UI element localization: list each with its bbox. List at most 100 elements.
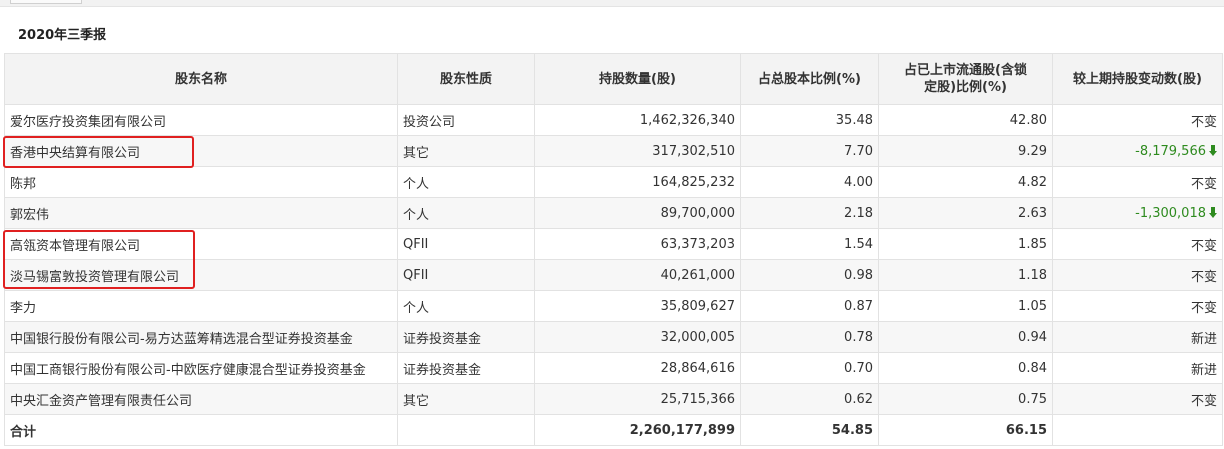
- cell-holder-name: 高瓴资本管理有限公司: [4, 228, 398, 260]
- cell-holder-name: 淡马锡富敦投资管理有限公司: [4, 259, 398, 291]
- cell-shares: 32,000,005: [534, 321, 741, 353]
- section-title: 2020年三季报: [18, 28, 107, 43]
- total-pct-float: 66.15: [878, 414, 1053, 446]
- cell-pct-total: 35.48: [740, 104, 879, 136]
- cell-holder-type: 其它: [397, 135, 535, 167]
- cell-change: 不变: [1052, 259, 1223, 291]
- total-shares: 2,260,177,899: [534, 414, 741, 446]
- change-value: 不变: [1190, 238, 1217, 254]
- cell-shares: 164,825,232: [534, 166, 741, 198]
- cell-change: 不变: [1052, 383, 1223, 415]
- cell-holder-name: 陈邦: [4, 166, 398, 198]
- table-row: 高瓴资本管理有限公司 QFII 63,373,203 1.54 1.85 不变: [4, 228, 1223, 260]
- cell-holder-type: 证券投资基金: [397, 352, 535, 384]
- total-label: 合计: [4, 414, 398, 446]
- cell-shares: 25,715,366: [534, 383, 741, 415]
- tab-stub[interactable]: [10, 0, 82, 4]
- header-pct-float: 占已上市流通股(含锁定股)比例(%): [878, 53, 1053, 105]
- cell-pct-total: 0.70: [740, 352, 879, 384]
- table-row: 香港中央结算有限公司 其它 317,302,510 7.70 9.29 -8,179,56…: [4, 135, 1223, 167]
- cell-holder-type: QFII: [397, 228, 535, 260]
- change-value: 不变: [1190, 176, 1217, 192]
- change-value: 新进: [1190, 331, 1217, 347]
- cell-change: 新进: [1052, 321, 1223, 353]
- cell-holder-type: 其它: [397, 383, 535, 415]
- cell-pct-total: 0.87: [740, 290, 879, 322]
- cell-holder-name: 爱尔医疗投资集团有限公司: [4, 104, 398, 136]
- cell-pct-total: 2.18: [740, 197, 879, 229]
- cell-holder-name: 中央汇金资产管理有限责任公司: [4, 383, 398, 415]
- header-pct-total: 占总股本比例(%): [740, 53, 879, 105]
- cell-shares: 89,700,000: [534, 197, 741, 229]
- change-value: 不变: [1190, 393, 1217, 409]
- cell-shares: 63,373,203: [534, 228, 741, 260]
- cell-holder-name: 中国银行股份有限公司-易方达蓝筹精选混合型证券投资基金: [4, 321, 398, 353]
- cell-change: 不变: [1052, 104, 1223, 136]
- cell-pct-float: 4.82: [878, 166, 1053, 198]
- top-tab-strip: [0, 0, 1224, 7]
- shareholders-table: 股东名称 股东性质 持股数量(股) 占总股本比例(%) 占已上市流通股(含锁定股…: [4, 53, 1223, 446]
- cell-holder-type: 个人: [397, 166, 535, 198]
- cell-holder-name: 李力: [4, 290, 398, 322]
- cell-pct-total: 0.78: [740, 321, 879, 353]
- cell-pct-float: 0.84: [878, 352, 1053, 384]
- cell-holder-name: 中国工商银行股份有限公司-中欧医疗健康混合型证券投资基金: [4, 352, 398, 384]
- cell-shares: 317,302,510: [534, 135, 741, 167]
- header-shares: 持股数量(股): [534, 53, 741, 105]
- table-row: 陈邦 个人 164,825,232 4.00 4.82 不变: [4, 166, 1223, 198]
- cell-pct-float: 1.18: [878, 259, 1053, 291]
- cell-pct-total: 1.54: [740, 228, 879, 260]
- cell-pct-float: 0.94: [878, 321, 1053, 353]
- table-row: 郭宏伟 个人 89,700,000 2.18 2.63 -1,300,018: [4, 197, 1223, 229]
- table-row: 爱尔医疗投资集团有限公司 投资公司 1,462,326,340 35.48 42.80 不…: [4, 104, 1223, 136]
- change-value: -1,300,018: [1135, 205, 1206, 221]
- cell-change: -8,179,566: [1052, 135, 1223, 167]
- cell-holder-type: 证券投资基金: [397, 321, 535, 353]
- down-arrow-icon: [1209, 144, 1217, 156]
- down-arrow-icon: [1209, 206, 1217, 218]
- change-value: 新进: [1190, 362, 1217, 378]
- table-row: 淡马锡富敦投资管理有限公司 QFII 40,261,000 0.98 1.18 不变: [4, 259, 1223, 291]
- change-value: -8,179,566: [1135, 143, 1206, 159]
- change-value: 不变: [1190, 269, 1217, 285]
- cell-pct-float: 0.75: [878, 383, 1053, 415]
- cell-pct-total: 0.98: [740, 259, 879, 291]
- header-holder-type: 股东性质: [397, 53, 535, 105]
- total-pct-total: 54.85: [740, 414, 879, 446]
- total-change-empty: [1052, 414, 1223, 446]
- cell-pct-total: 0.62: [740, 383, 879, 415]
- table-header-row: 股东名称 股东性质 持股数量(股) 占总股本比例(%) 占已上市流通股(含锁定股…: [4, 53, 1223, 105]
- cell-pct-total: 4.00: [740, 166, 879, 198]
- cell-change: 不变: [1052, 228, 1223, 260]
- cell-holder-type: QFII: [397, 259, 535, 291]
- cell-change: 不变: [1052, 290, 1223, 322]
- table-row: 中国工商银行股份有限公司-中欧医疗健康混合型证券投资基金 证券投资基金 28,864…: [4, 352, 1223, 384]
- cell-change: 新进: [1052, 352, 1223, 384]
- cell-holder-name: 郭宏伟: [4, 197, 398, 229]
- cell-holder-type: 个人: [397, 290, 535, 322]
- change-value: 不变: [1190, 114, 1217, 130]
- cell-pct-float: 9.29: [878, 135, 1053, 167]
- cell-pct-float: 42.80: [878, 104, 1053, 136]
- cell-change: 不变: [1052, 166, 1223, 198]
- table-row: 中央汇金资产管理有限责任公司 其它 25,715,366 0.62 0.75 不变: [4, 383, 1223, 415]
- cell-change: -1,300,018: [1052, 197, 1223, 229]
- cell-pct-total: 7.70: [740, 135, 879, 167]
- cell-shares: 28,864,616: [534, 352, 741, 384]
- cell-shares: 1,462,326,340: [534, 104, 741, 136]
- header-change: 较上期持股变动数(股): [1052, 53, 1223, 105]
- total-row: 合计 2,260,177,899 54.85 66.15: [4, 414, 1223, 446]
- cell-holder-type: 投资公司: [397, 104, 535, 136]
- cell-pct-float: 1.85: [878, 228, 1053, 260]
- table-row: 中国银行股份有限公司-易方达蓝筹精选混合型证券投资基金 证券投资基金 32,000,…: [4, 321, 1223, 353]
- change-value: 不变: [1190, 300, 1217, 316]
- cell-pct-float: 1.05: [878, 290, 1053, 322]
- cell-shares: 40,261,000: [534, 259, 741, 291]
- table-row: 李力 个人 35,809,627 0.87 1.05 不变: [4, 290, 1223, 322]
- cell-shares: 35,809,627: [534, 290, 741, 322]
- cell-holder-type: 个人: [397, 197, 535, 229]
- cell-holder-name: 香港中央结算有限公司: [4, 135, 398, 167]
- cell-pct-float: 2.63: [878, 197, 1053, 229]
- header-holder-name: 股东名称: [4, 53, 398, 105]
- total-type-empty: [397, 414, 535, 446]
